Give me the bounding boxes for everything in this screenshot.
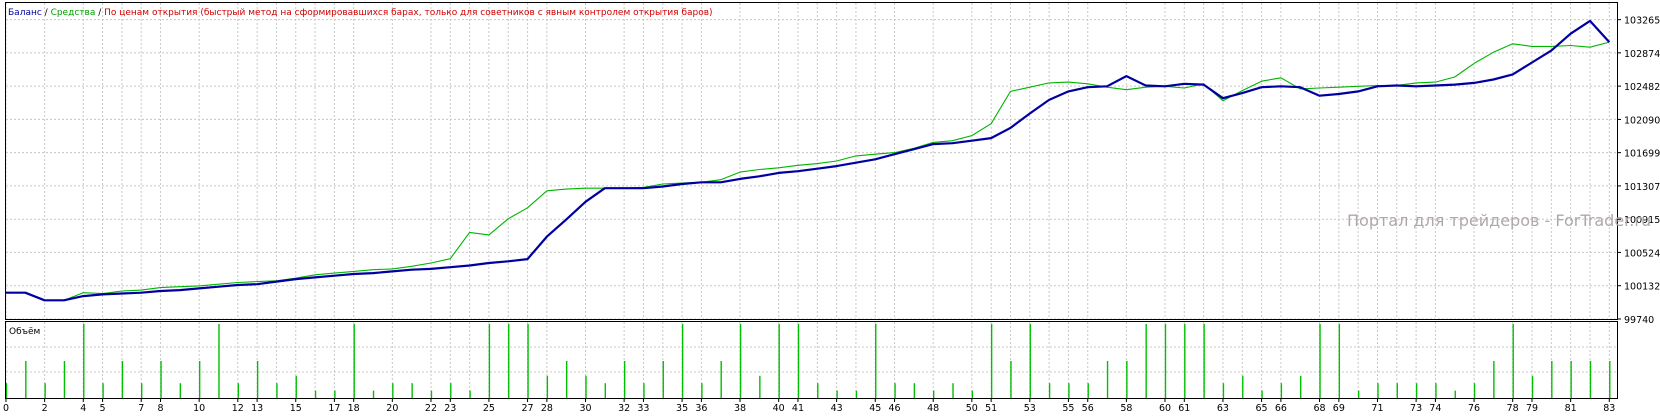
legend-separator: / bbox=[42, 8, 51, 18]
x-tick-label: 10 bbox=[193, 403, 205, 414]
x-tick-label: 40 bbox=[773, 403, 785, 414]
x-tick-label: 58 bbox=[1120, 403, 1132, 414]
x-tick-label: 46 bbox=[889, 403, 901, 414]
x-tick-label: 36 bbox=[695, 403, 707, 414]
x-tick-label: 18 bbox=[348, 403, 360, 414]
x-tick-label: 38 bbox=[734, 403, 746, 414]
x-tick-label: 2 bbox=[42, 403, 48, 414]
x-tick-label: 28 bbox=[541, 403, 553, 414]
x-tick-label: 0 bbox=[3, 403, 9, 414]
x-tick-label: 69 bbox=[1333, 403, 1345, 414]
x-tick-label: 76 bbox=[1468, 403, 1480, 414]
watermark: Портал для трейдеров - ForTrader.ru bbox=[1347, 211, 1651, 230]
y-tick-label: 101307 bbox=[1624, 182, 1660, 193]
y-tick-label: 99740 bbox=[1624, 315, 1654, 326]
x-tick-label: 7 bbox=[138, 403, 144, 414]
x-tick-label: 4 bbox=[80, 403, 86, 414]
y-axis: 1032651028741024821020901016991013071009… bbox=[1617, 16, 1660, 326]
x-tick-label: 48 bbox=[927, 403, 939, 414]
volume-chart-grid bbox=[5, 322, 1617, 398]
x-tick-label: 12 bbox=[232, 403, 244, 414]
x-tick-label: 81 bbox=[1565, 403, 1577, 414]
x-tick-label: 66 bbox=[1275, 403, 1287, 414]
x-tick-label: 60 bbox=[1159, 403, 1171, 414]
legend-balance: Баланс bbox=[8, 8, 42, 18]
x-tick-label: 53 bbox=[1024, 403, 1036, 414]
x-tick-label: 23 bbox=[444, 403, 456, 414]
x-tick-label: 79 bbox=[1526, 403, 1538, 414]
x-tick-label: 5 bbox=[100, 403, 106, 414]
y-tick-label: 102482 bbox=[1624, 82, 1660, 93]
x-axis: 0 2 4 5 7 8 10 12 13 15 17 18 20 22 23 25 27 28 30 32 33 35 36… bbox=[3, 398, 1615, 414]
x-tick-label: 22 bbox=[425, 403, 437, 414]
equity-series-line bbox=[6, 41, 1610, 301]
main-chart-frame bbox=[5, 2, 1618, 320]
x-tick-label: 56 bbox=[1082, 403, 1094, 414]
x-tick-label: 50 bbox=[966, 403, 978, 414]
x-tick-label: 68 bbox=[1313, 403, 1325, 414]
y-tick-label: 100132 bbox=[1624, 282, 1660, 293]
x-tick-label: 30 bbox=[579, 403, 591, 414]
legend-separator: / bbox=[95, 8, 104, 18]
volume-chart-frame bbox=[5, 321, 1618, 399]
y-tick-label: 100524 bbox=[1624, 248, 1660, 259]
y-tick-label: 102874 bbox=[1624, 49, 1660, 60]
x-tick-label: 43 bbox=[831, 403, 843, 414]
x-tick-label: 45 bbox=[869, 403, 881, 414]
tester-report-chart: 103265 102874 102482 102090 101699 101307 10 0 9… bbox=[3, 2, 1660, 414]
x-tick-label: 15 bbox=[290, 403, 302, 414]
x-tick-label: 63 bbox=[1217, 403, 1229, 414]
legend-equity: Средства bbox=[51, 8, 96, 18]
x-tick-label: 35 bbox=[676, 403, 688, 414]
x-tick-label: 41 bbox=[792, 403, 804, 414]
y-tick-label: 101699 bbox=[1624, 149, 1660, 160]
x-tick-label: 33 bbox=[637, 403, 649, 414]
x-tick-label: 17 bbox=[328, 403, 340, 414]
x-tick-label: 51 bbox=[985, 403, 997, 414]
legend-method: По ценам открытия (быстрый метод на сфор… bbox=[104, 8, 712, 18]
x-tick-label: 61 bbox=[1178, 403, 1190, 414]
y-tick-label: 102090 bbox=[1624, 115, 1660, 126]
x-tick-label: 65 bbox=[1256, 403, 1268, 414]
x-tick-label: 27 bbox=[521, 403, 533, 414]
x-tick-label: 83 bbox=[1603, 403, 1615, 414]
series-layer bbox=[6, 19, 1611, 302]
x-tick-label: 55 bbox=[1062, 403, 1074, 414]
x-tick-label: 13 bbox=[251, 403, 263, 414]
x-tick-label: 25 bbox=[483, 403, 495, 414]
x-tick-label: 8 bbox=[158, 403, 164, 414]
x-tick-label: 71 bbox=[1371, 403, 1383, 414]
x-tick-label: 32 bbox=[618, 403, 630, 414]
y-tick-label: 103265 bbox=[1624, 16, 1660, 27]
main-chart-grid bbox=[5, 3, 1617, 320]
volume-label: Объём bbox=[9, 327, 40, 337]
balance-series-line bbox=[6, 19, 1611, 302]
volume-bars bbox=[5, 324, 1611, 398]
x-tick-label: 73 bbox=[1410, 403, 1422, 414]
x-tick-label: 74 bbox=[1429, 403, 1441, 414]
chart-legend: Баланс / Средства / По ценам открытия (б… bbox=[8, 8, 713, 18]
x-tick-label: 20 bbox=[386, 403, 398, 414]
x-tick-label: 78 bbox=[1507, 403, 1519, 414]
